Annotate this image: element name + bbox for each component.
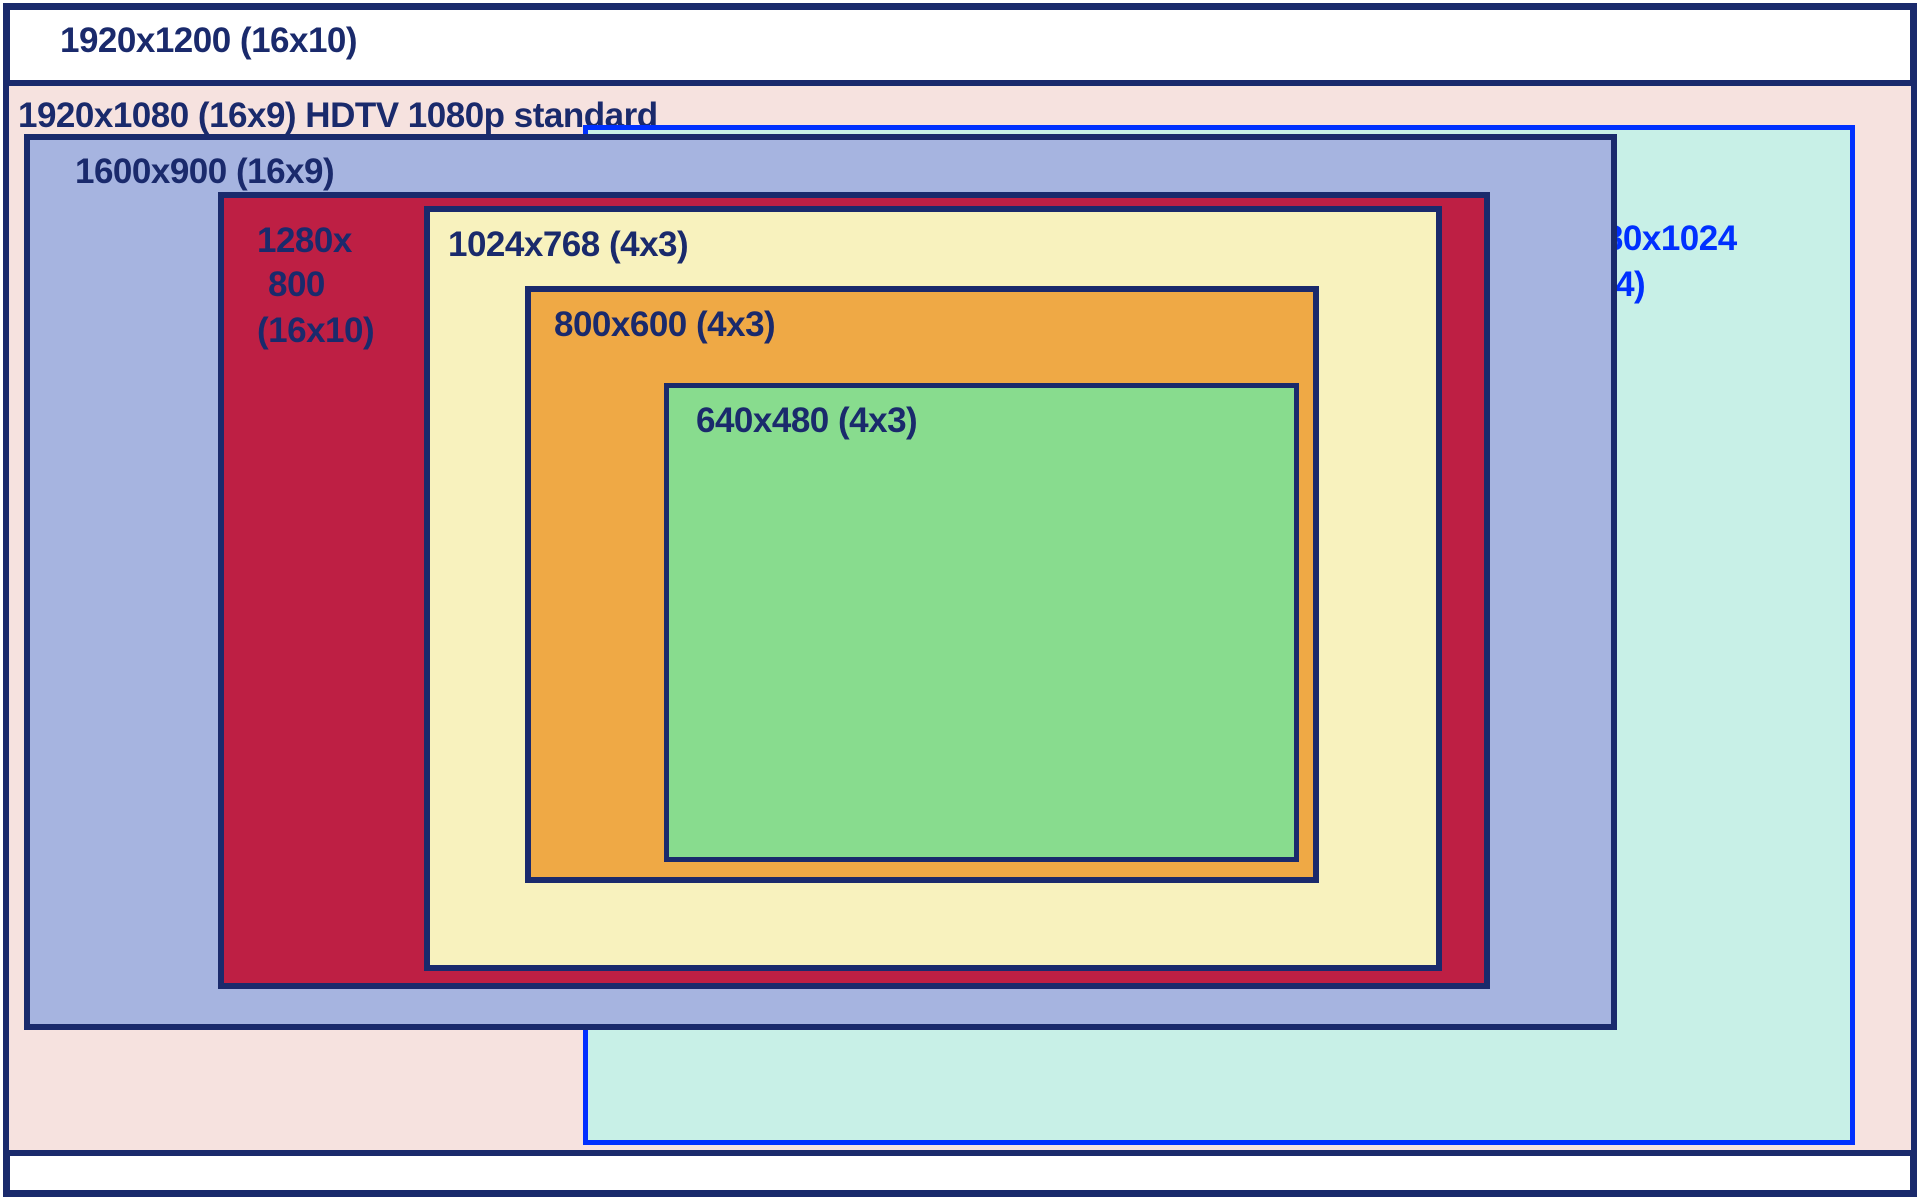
- res-label-1280x800-line3: (16x10): [257, 308, 374, 354]
- res-label-1280x800-line1: 1280x: [257, 218, 352, 264]
- res-label-1920x1200: 1920x1200 (16x10): [60, 18, 357, 64]
- bottom-strip: [10, 1156, 1910, 1190]
- res-label-1024x768: 1024x768 (4x3): [448, 222, 688, 268]
- res-label-1600x900: 1600x900 (16x9): [75, 149, 334, 195]
- res-label-1920x1080: 1920x1080 (16x9) HDTV 1080p standard: [18, 93, 658, 139]
- res-box-640x480: [664, 383, 1299, 862]
- res-label-1280x800-line2: 800: [268, 262, 325, 308]
- res-label-640x480: 640x480 (4x3): [696, 398, 917, 444]
- res-label-800x600: 800x600 (4x3): [554, 302, 775, 348]
